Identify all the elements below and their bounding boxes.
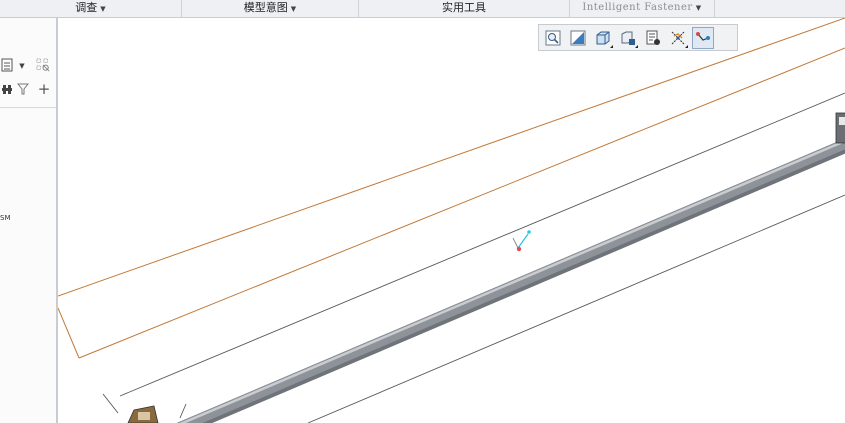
add-icon[interactable]: + <box>37 82 51 97</box>
end-fitting-left <box>102 393 159 423</box>
chevron-down-icon: ▼ <box>290 5 297 13</box>
tree-view-icon[interactable] <box>0 58 14 72</box>
ribbon-group-label: 实用工具 <box>442 1 486 14</box>
csys-axis-y <box>517 233 529 249</box>
edge-line-upper <box>119 92 845 397</box>
csys-y-tip <box>527 230 531 234</box>
csys-axis-z <box>512 237 519 249</box>
csys-marker <box>512 230 531 252</box>
model-tree-panel: ▼ + SM <box>0 18 58 423</box>
sketch-line-upper <box>58 18 845 297</box>
model-edges <box>119 92 845 423</box>
model-tree-item-label[interactable]: SM <box>0 214 10 222</box>
ribbon-group-utilities[interactable]: 实用工具 <box>359 0 570 17</box>
ribbon-group-label: Intelligent Fastener <box>582 2 693 13</box>
ribbon-group-intelligent-fastener[interactable]: Intelligent Fastener ▼ <box>570 0 715 17</box>
settings-grid-icon[interactable] <box>36 58 50 72</box>
chevron-down-icon: ▼ <box>695 4 702 12</box>
divider <box>0 107 56 108</box>
sketch-line-end <box>58 307 80 359</box>
ribbon-group-model-intent[interactable]: 模型意图 ▼ <box>182 0 359 17</box>
chevron-down-icon: ▼ <box>100 5 106 13</box>
show-icon[interactable] <box>0 82 14 96</box>
ribbon-group-investigate[interactable]: 调查 ▼ <box>0 0 182 17</box>
edge-line-lower <box>307 194 845 423</box>
edge-line-short <box>179 403 187 419</box>
ribbon-group-label: 模型意图 <box>243 1 288 14</box>
ribbon-group-bar: 调查 ▼ 模型意图 ▼ 实用工具 Intelligent Fastener ▼ <box>0 0 845 18</box>
ribbon-group-label: 调查 <box>75 1 98 14</box>
graphics-area[interactable] <box>58 18 845 423</box>
dropdown-icon[interactable]: ▼ <box>15 59 29 73</box>
end-fitting-right <box>835 112 845 144</box>
csys-origin <box>516 246 522 252</box>
filter-icon[interactable] <box>16 82 30 96</box>
